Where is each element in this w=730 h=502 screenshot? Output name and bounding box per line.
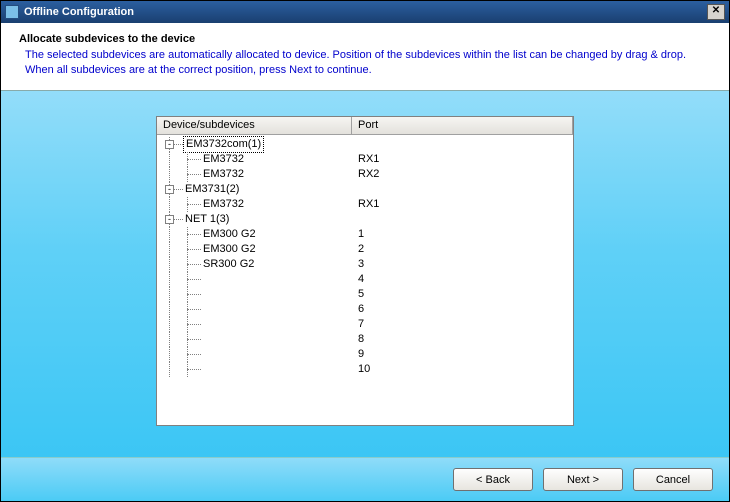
tree-node-port	[352, 212, 573, 227]
tree-node-port: 7	[352, 317, 573, 332]
cancel-button[interactable]: Cancel	[633, 468, 713, 491]
back-button[interactable]: < Back	[453, 468, 533, 491]
tree-node-label[interactable]: EM3732	[201, 197, 246, 212]
tree-row[interactable]: 5	[157, 287, 573, 302]
tree-node-label[interactable]: NET 1(3)	[183, 212, 231, 227]
tree-row[interactable]: EM3732 RX1	[157, 197, 573, 212]
tree-row[interactable]: 8	[157, 332, 573, 347]
tree-node-label[interactable]: EM300 G2	[201, 227, 258, 242]
tree-node-port: 2	[352, 242, 573, 257]
next-button[interactable]: Next >	[543, 468, 623, 491]
content-area: Device/subdevices Port -EM3732com(1)EM37…	[1, 91, 729, 457]
offline-config-window: Offline Configuration ✕ Allocate subdevi…	[0, 0, 730, 502]
tree-node-port: 6	[352, 302, 573, 317]
tree-node-label[interactable]: SR300 G2	[201, 257, 256, 272]
window-title: Offline Configuration	[24, 6, 707, 18]
tree-node-port: 8	[352, 332, 573, 347]
tree-node-label[interactable]: EM3732	[201, 167, 246, 182]
tree-node-port: RX1	[352, 197, 573, 212]
device-tree[interactable]: Device/subdevices Port -EM3732com(1)EM37…	[156, 116, 574, 426]
tree-node-port: 1	[352, 227, 573, 242]
tree-node-port: RX1	[352, 152, 573, 167]
tree-row[interactable]: 6	[157, 302, 573, 317]
page-subheading: The selected subdevices are automaticall…	[25, 48, 711, 78]
tree-node-label[interactable]: EM3732com(1)	[183, 136, 264, 153]
tree-row[interactable]: EM300 G2 1	[157, 227, 573, 242]
column-header-device[interactable]: Device/subdevices	[157, 117, 352, 134]
tree-row[interactable]: EM3732 RX1	[157, 152, 573, 167]
page-heading: Allocate subdevices to the device	[19, 33, 711, 45]
tree-row[interactable]: -EM3732com(1)	[157, 137, 573, 152]
tree-node-port: RX2	[352, 167, 573, 182]
close-button[interactable]: ✕	[707, 4, 725, 20]
tree-node-label[interactable]: EM3732	[201, 152, 246, 167]
tree-row[interactable]: 9	[157, 347, 573, 362]
tree-node-port: 3	[352, 257, 573, 272]
tree-node-label[interactable]: EM3731(2)	[183, 182, 241, 197]
tree-row[interactable]: -EM3731(2)	[157, 182, 573, 197]
tree-row[interactable]: 7	[157, 317, 573, 332]
wizard-button-bar: < Back Next > Cancel	[1, 457, 729, 501]
tree-row[interactable]: EM300 G2 2	[157, 242, 573, 257]
tree-node-port: 4	[352, 272, 573, 287]
collapse-icon[interactable]: -	[165, 185, 174, 194]
tree-node-port: 9	[352, 347, 573, 362]
column-header-port[interactable]: Port	[352, 117, 573, 134]
tree-row[interactable]: EM3732 RX2	[157, 167, 573, 182]
header-panel: Allocate subdevices to the device The se…	[1, 23, 729, 91]
collapse-icon[interactable]: -	[165, 140, 174, 149]
tree-node-port: 5	[352, 287, 573, 302]
tree-row[interactable]: SR300 G2 3	[157, 257, 573, 272]
tree-body[interactable]: -EM3732com(1)EM3732RX1EM3732RX2-EM3731(2…	[157, 135, 573, 425]
tree-node-label[interactable]: EM300 G2	[201, 242, 258, 257]
app-icon	[5, 5, 19, 19]
tree-row[interactable]: -NET 1(3)	[157, 212, 573, 227]
tree-node-port: 10	[352, 362, 573, 377]
tree-row[interactable]: 10	[157, 362, 573, 377]
tree-node-port	[352, 137, 573, 152]
collapse-icon[interactable]: -	[165, 215, 174, 224]
titlebar[interactable]: Offline Configuration ✕	[1, 1, 729, 23]
tree-row[interactable]: 4	[157, 272, 573, 287]
tree-node-port	[352, 182, 573, 197]
tree-header: Device/subdevices Port	[157, 117, 573, 135]
